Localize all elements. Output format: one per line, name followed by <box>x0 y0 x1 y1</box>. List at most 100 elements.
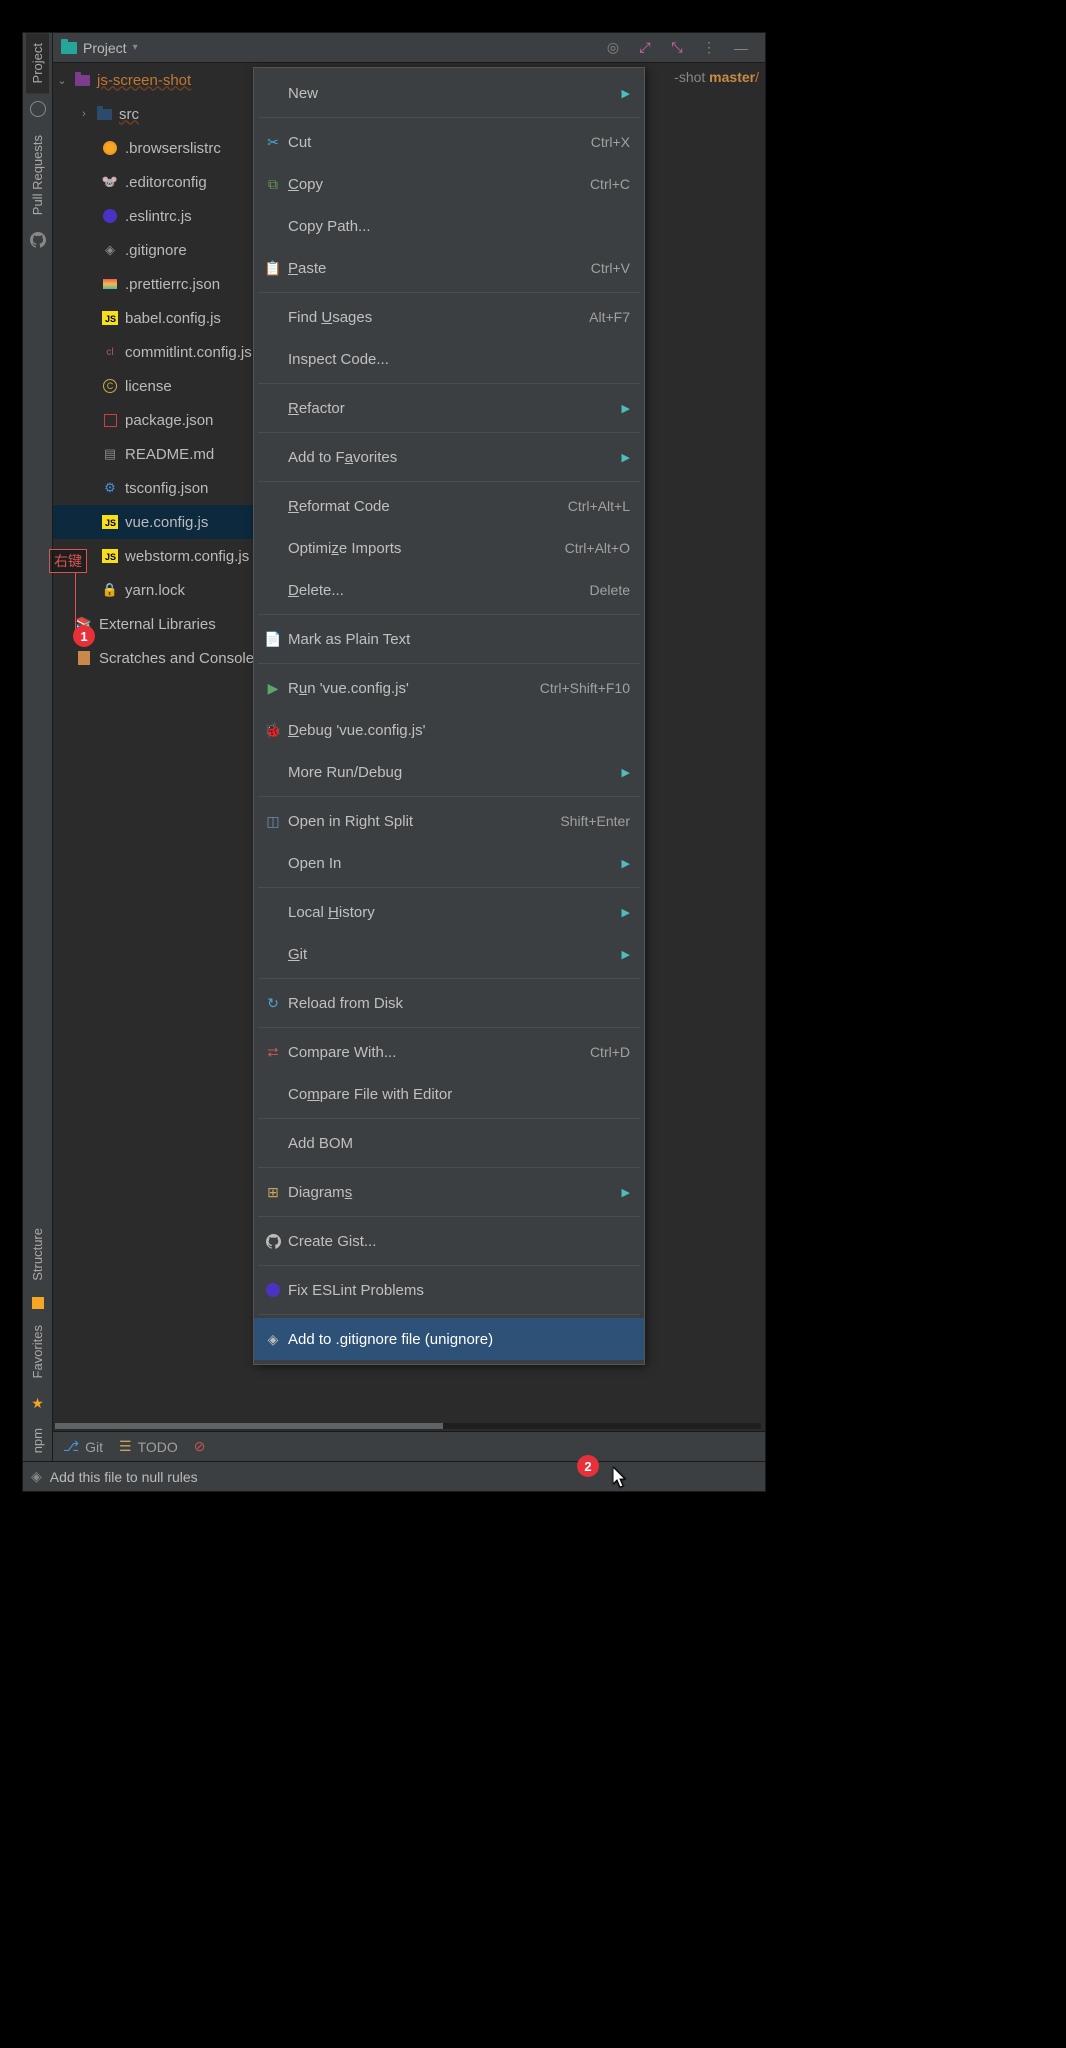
js-icon: JS <box>102 549 118 563</box>
menu-compare-editor[interactable]: Compare File with Editor <box>254 1073 644 1115</box>
breadcrumb: -shot master/ <box>674 69 759 85</box>
tsconfig-icon: ⚙ <box>101 479 119 497</box>
menu-local-history[interactable]: Local History ▶ <box>254 891 644 933</box>
left-toolbar: Project Pull Requests Structure Favorite… <box>23 33 53 1491</box>
menu-mark-plain[interactable]: 📄 Mark as Plain Text <box>254 618 644 660</box>
menu-paste[interactable]: 📋 Paste Ctrl+V <box>254 247 644 289</box>
menu-copy[interactable]: ⧉ Copy Ctrl+C <box>254 163 644 205</box>
project-view-dropdown[interactable]: Project ▾ <box>61 40 138 56</box>
tree-file-editorconfig[interactable]: 🐭 .editorconfig <box>53 165 283 199</box>
minimize-icon[interactable]: — <box>731 38 751 58</box>
browserslist-icon <box>103 141 117 155</box>
menu-reformat-code[interactable]: Reformat Code Ctrl+Alt+L <box>254 485 644 527</box>
tree-file-eslintrc[interactable]: .eslintrc.js <box>53 199 283 233</box>
menu-fix-eslint[interactable]: Fix ESLint Problems <box>254 1269 644 1311</box>
left-tab-npm[interactable]: npm <box>26 1418 49 1463</box>
lock-icon: 🔒 <box>101 581 119 599</box>
tree-file-tsconfig[interactable]: ⚙ tsconfig.json <box>53 471 283 505</box>
menu-diagrams[interactable]: ⊞ Diagrams ▶ <box>254 1171 644 1213</box>
expand-icon[interactable]: ⤢ <box>635 38 655 58</box>
left-tab-structure[interactable]: Structure <box>26 1218 49 1291</box>
editorconfig-icon: 🐭 <box>101 173 119 191</box>
menu-open-split[interactable]: ◫ Open in Right Split Shift+Enter <box>254 800 644 842</box>
menu-separator <box>258 1027 640 1028</box>
menu-inspect-code[interactable]: Inspect Code... <box>254 338 644 380</box>
menu-separator <box>258 663 640 664</box>
menu-add-bom[interactable]: Add BOM <box>254 1122 644 1164</box>
more-icon[interactable]: ⋮ <box>699 38 719 58</box>
annotation-badge-1: 1 <box>73 625 95 647</box>
context-menu: New ▶ ✂ Cut Ctrl+X ⧉ Copy Ctrl+C Copy Pa… <box>253 67 645 1365</box>
menu-copy-path[interactable]: Copy Path... <box>254 205 644 247</box>
menu-more-run[interactable]: More Run/Debug ▶ <box>254 751 644 793</box>
menu-separator <box>258 1265 640 1266</box>
bottom-tab-git[interactable]: ⎇ Git <box>63 1438 103 1455</box>
tree-root-label: js-screen-shot <box>97 72 191 89</box>
bottom-tab-todo[interactable]: ☰ TODO <box>119 1438 178 1455</box>
tree-root[interactable]: ⌄ js-screen-shot <box>53 63 283 97</box>
menu-separator <box>258 614 640 615</box>
menu-debug[interactable]: 🐞 Debug 'vue.config.js' <box>254 709 644 751</box>
tree-file-webstormconfig[interactable]: JS webstorm.config.js <box>53 539 283 573</box>
github-icon <box>262 1234 284 1249</box>
gitignore-icon: ◈ <box>262 1331 284 1348</box>
left-tab-project[interactable]: Project <box>26 33 49 93</box>
tree-file-readme[interactable]: ▤ README.md <box>53 437 283 471</box>
meet-icon[interactable] <box>30 101 46 117</box>
menu-separator <box>258 432 640 433</box>
bottom-tab-problems[interactable]: ⊘ <box>194 1438 206 1455</box>
menu-new[interactable]: New ▶ <box>254 72 644 114</box>
menu-add-gitignore[interactable]: ◈ Add to .gitignore file (unignore) <box>254 1318 644 1360</box>
left-tab-pull-requests[interactable]: Pull Requests <box>26 125 49 225</box>
layers-icon[interactable]: ◈ <box>31 1468 42 1485</box>
tree-file-commitlint[interactable]: cl commitlint.config.js <box>53 335 283 369</box>
github-icon[interactable] <box>30 232 46 251</box>
menu-optimize-imports[interactable]: Optimize Imports Ctrl+Alt+O <box>254 527 644 569</box>
tree-file-browserslist[interactable]: .browserslistrc <box>53 131 283 165</box>
package-icon <box>104 414 117 427</box>
menu-refactor[interactable]: Refactor ▶ <box>254 387 644 429</box>
tree-src[interactable]: › src <box>53 97 283 131</box>
folder-icon <box>97 109 112 120</box>
annotation-badge-2: 2 <box>577 1455 599 1477</box>
submenu-arrow-icon: ▶ <box>614 906 630 919</box>
commitlint-icon: cl <box>101 343 119 361</box>
status-message: Add this file to null rules <box>50 1469 198 1485</box>
tree-file-babelconfig[interactable]: JS babel.config.js <box>53 301 283 335</box>
left-tab-favorites[interactable]: Favorites <box>26 1315 49 1388</box>
split-icon: ◫ <box>262 813 284 830</box>
menu-find-usages[interactable]: Find Usages Alt+F7 <box>254 296 644 338</box>
menu-git[interactable]: Git ▶ <box>254 933 644 975</box>
tree-file-gitignore[interactable]: ◈ .gitignore <box>53 233 283 267</box>
menu-delete[interactable]: Delete... Delete <box>254 569 644 611</box>
submenu-arrow-icon: ▶ <box>614 451 630 464</box>
tree-src-label: src <box>119 106 139 123</box>
scrollbar-horizontal[interactable] <box>55 1423 761 1429</box>
plain-text-icon: 📄 <box>262 631 284 648</box>
menu-separator <box>258 1216 640 1217</box>
menu-reload-disk[interactable]: ↻ Reload from Disk <box>254 982 644 1024</box>
js-icon: JS <box>102 515 118 529</box>
chevron-down-icon: ⌄ <box>57 74 67 87</box>
menu-cut[interactable]: ✂ Cut Ctrl+X <box>254 121 644 163</box>
menu-separator <box>258 796 640 797</box>
star-icon: ★ <box>31 1395 44 1412</box>
reload-icon: ↻ <box>262 995 284 1012</box>
tree-file-license[interactable]: C license <box>53 369 283 403</box>
scissors-icon: ✂ <box>262 134 284 151</box>
menu-separator <box>258 481 640 482</box>
menu-run[interactable]: ▶ Run 'vue.config.js' Ctrl+Shift+F10 <box>254 667 644 709</box>
structure-icon <box>32 1297 44 1309</box>
todo-icon: ☰ <box>119 1438 132 1455</box>
menu-open-in[interactable]: Open In ▶ <box>254 842 644 884</box>
tree-file-prettierrc[interactable]: .prettierrc.json <box>53 267 283 301</box>
tree-file-yarnlock[interactable]: 🔒 yarn.lock <box>53 573 283 607</box>
collapse-icon[interactable]: ⤡ <box>667 38 687 58</box>
menu-add-favorites[interactable]: Add to Favorites ▶ <box>254 436 644 478</box>
tree-file-vueconfig[interactable]: JS vue.config.js <box>53 505 283 539</box>
clipboard-icon: 📋 <box>262 260 284 277</box>
menu-create-gist[interactable]: Create Gist... <box>254 1220 644 1262</box>
tree-file-packagejson[interactable]: package.json <box>53 403 283 437</box>
menu-compare-with[interactable]: ⮂ Compare With... Ctrl+D <box>254 1031 644 1073</box>
locate-icon[interactable]: ◎ <box>603 38 623 58</box>
